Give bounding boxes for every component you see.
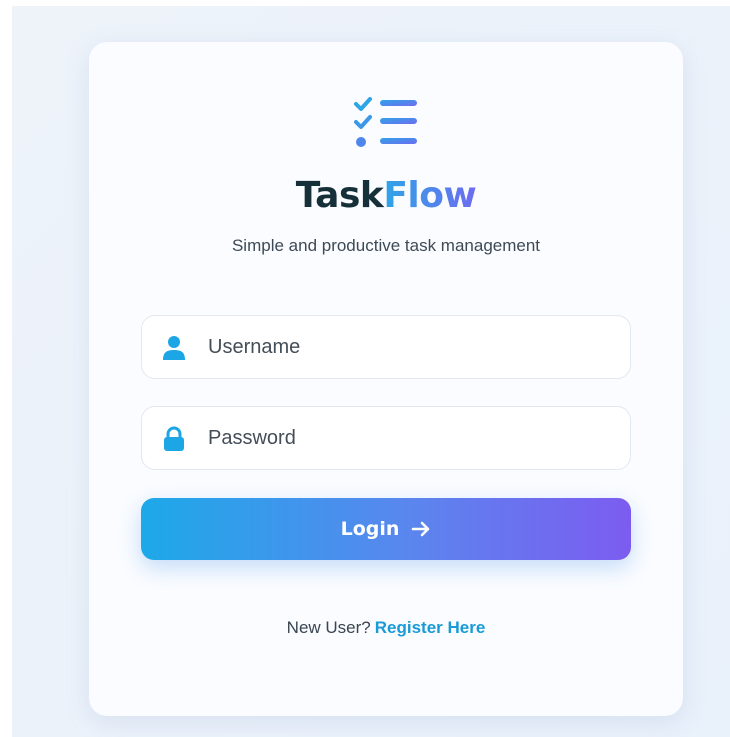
password-field[interactable] <box>141 406 631 470</box>
username-field[interactable] <box>141 315 631 379</box>
app-title-part1: Task <box>295 175 384 216</box>
login-button[interactable]: Login <box>141 498 631 560</box>
app-title-part2: Flow <box>383 175 477 216</box>
user-icon <box>163 336 185 360</box>
register-prompt: New User? Register Here <box>89 618 683 638</box>
register-link[interactable]: Register Here <box>375 618 486 637</box>
task-list-check-icon <box>354 97 417 147</box>
login-button-label: Login <box>340 518 400 540</box>
username-input[interactable] <box>208 316 618 378</box>
arrow-right-icon <box>412 521 430 537</box>
app-title: TaskFlow <box>89 175 683 216</box>
lock-icon <box>164 426 184 451</box>
register-prompt-text: New User? <box>286 618 371 637</box>
app-tagline: Simple and productive task management <box>231 236 541 255</box>
login-card: TaskFlow Simple and productive task mana… <box>89 42 683 716</box>
password-input[interactable] <box>208 407 618 469</box>
